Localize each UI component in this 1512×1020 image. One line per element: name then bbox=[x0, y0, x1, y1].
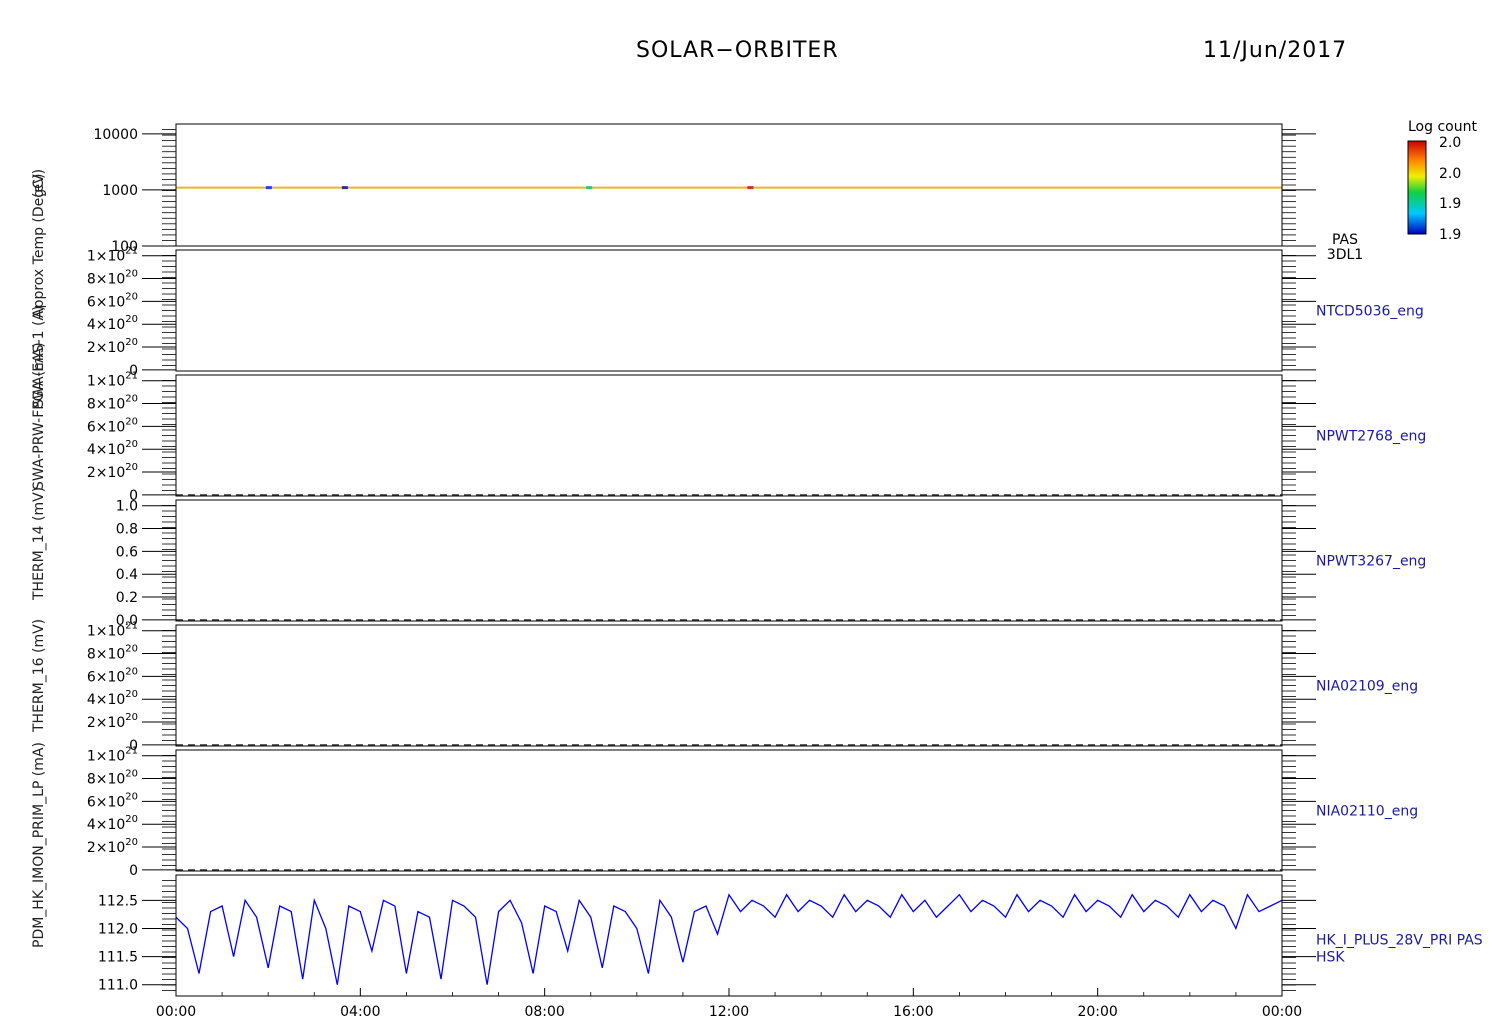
colorbar-tick-label: 2.0 bbox=[1439, 166, 1461, 182]
y-tick-label: 2×1020 bbox=[87, 337, 138, 356]
y-tick-label: 4×1020 bbox=[87, 814, 138, 833]
y-tick-label: 1×1021 bbox=[87, 746, 138, 765]
y-tick-label: 0.4 bbox=[116, 567, 138, 583]
y-tick-label: 2×1020 bbox=[87, 837, 138, 856]
y-tick-label: 2×1020 bbox=[87, 462, 138, 481]
panel-label: NTCD5036_eng bbox=[1316, 304, 1424, 320]
y-tick-label: 6×1020 bbox=[87, 666, 138, 685]
x-tick-label: 20:00 bbox=[1077, 1004, 1117, 1020]
y-tick-label: 6×1020 bbox=[87, 291, 138, 310]
y-tick-label: 2×1020 bbox=[87, 712, 138, 731]
y-tick-label: 0 bbox=[129, 863, 138, 879]
y-tick-label: 1.0 bbox=[116, 499, 138, 515]
panel-label: HSK bbox=[1316, 950, 1345, 966]
y-tick-label: 6×1020 bbox=[87, 416, 138, 435]
colorbar-tick-label: 2.0 bbox=[1439, 135, 1461, 151]
panel-label: NIA02109_eng bbox=[1316, 679, 1418, 695]
panel-frame bbox=[175, 249, 1283, 372]
panel-frame bbox=[175, 123, 1283, 247]
y-tick-label: 1×1021 bbox=[87, 621, 138, 640]
ylabel-swa-prw: SWA-PRW-FPGA (mA) bbox=[31, 342, 47, 490]
colorbar-title: Log count bbox=[1408, 119, 1477, 135]
x-tick-label: 16:00 bbox=[893, 1004, 933, 1020]
spectrum-pixel bbox=[341, 186, 348, 190]
x-tick-label: 00:00 bbox=[156, 1004, 196, 1020]
colorbar-tick-label: 1.9 bbox=[1439, 196, 1461, 212]
y-tick-label: 112.0 bbox=[98, 921, 138, 937]
y-tick-label: 6×1020 bbox=[87, 791, 138, 810]
hk-current-trace bbox=[175, 893, 1283, 985]
panel-label: NPWT2768_eng bbox=[1316, 429, 1426, 445]
spectrum-pixel bbox=[265, 186, 272, 190]
y-tick-label: 4×1020 bbox=[87, 314, 138, 333]
y-tick-label: 0.6 bbox=[116, 544, 138, 560]
ylabel-pdm-imon: PDM_HK_IMON_PRIM_LP (mA) bbox=[31, 742, 47, 948]
y-tick-label: 112.5 bbox=[98, 893, 138, 909]
panel-frame bbox=[175, 624, 1283, 747]
panel-label: NPWT3267_eng bbox=[1316, 554, 1426, 570]
y-tick-label: 1000 bbox=[102, 183, 138, 199]
y-tick-label: 1×1021 bbox=[87, 371, 138, 390]
y-tick-label: 111.0 bbox=[98, 978, 138, 994]
x-tick-label: 12:00 bbox=[709, 1004, 749, 1020]
y-tick-label: 1×1021 bbox=[87, 246, 138, 265]
ylabel-therm16: THERM_16 (mV) bbox=[31, 618, 47, 732]
panel-label: NIA02110_eng bbox=[1316, 804, 1418, 820]
y-tick-label: 8×1020 bbox=[87, 269, 138, 288]
x-tick-label: 04:00 bbox=[340, 1004, 380, 1020]
colorbar-tick-label: 1.9 bbox=[1439, 227, 1461, 243]
panel-frame bbox=[175, 874, 1283, 997]
panel-label: PAS bbox=[1332, 232, 1358, 248]
y-tick-label: 0.8 bbox=[116, 522, 138, 538]
y-tick-label: 8×1020 bbox=[87, 769, 138, 788]
ylabel-approx-temp: Approx Temp (DegC) bbox=[31, 173, 47, 318]
y-tick-label: 4×1020 bbox=[87, 439, 138, 458]
y-tick-label: 111.5 bbox=[98, 950, 138, 966]
y-tick-label: 0.2 bbox=[116, 590, 138, 606]
colorbar bbox=[1407, 140, 1427, 235]
panel-frame bbox=[175, 499, 1283, 622]
y-tick-label: 8×1020 bbox=[87, 644, 138, 663]
x-tick-label: 08:00 bbox=[524, 1004, 564, 1020]
y-tick-label: 10000 bbox=[93, 127, 138, 143]
stacked-timeseries-figure: 100100010000PAS3DL102×10204×10206×10208×… bbox=[87, 123, 1483, 1020]
y-tick-label: 8×1020 bbox=[87, 394, 138, 413]
panel-label: 3DL1 bbox=[1327, 247, 1363, 263]
y-tick-label: 4×1020 bbox=[87, 689, 138, 708]
spectrum-pixel bbox=[747, 186, 754, 190]
ylabel-therm14: THERM_14 (mV) bbox=[31, 486, 47, 600]
panel-frame bbox=[175, 374, 1283, 497]
spectrum-pixel bbox=[586, 186, 593, 190]
x-tick-label: 00:00 bbox=[1262, 1004, 1302, 1020]
panel-label: HK_I_PLUS_28V_PRI PAS bbox=[1316, 933, 1483, 949]
panel-frame bbox=[175, 749, 1283, 872]
